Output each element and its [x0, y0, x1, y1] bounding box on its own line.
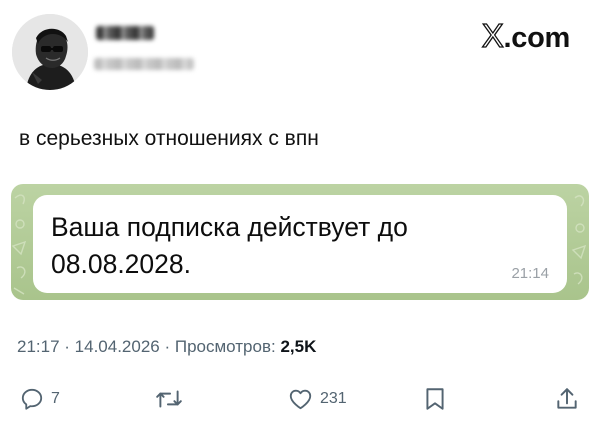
avatar[interactable] — [12, 14, 88, 90]
site-domain: .com — [503, 22, 571, 54]
message-text: Ваша подписка действует до 08.08.2028. — [51, 212, 408, 279]
retweet-icon — [155, 386, 183, 412]
reply-count: 7 — [51, 390, 60, 407]
bookmark-icon — [423, 386, 447, 412]
meta-separator: · — [159, 337, 175, 356]
x-logo-letter: X — [481, 16, 504, 54]
username-blurred — [94, 58, 194, 70]
share-button[interactable] — [554, 384, 580, 414]
reply-button[interactable]: 7 — [19, 384, 60, 414]
retweet-button[interactable] — [155, 384, 183, 414]
message-time: 21:14 — [511, 265, 549, 282]
tweet-meta: 21:17 · 14.04.2026 · Просмотров: 2,5K — [17, 337, 316, 357]
display-name-blurred — [96, 26, 154, 40]
views-count: 2,5K — [280, 337, 317, 356]
tweet-text: в серьезных отношениях с впн — [19, 127, 319, 150]
heart-icon — [287, 386, 314, 412]
message-bubble: Ваша подписка действует до 08.08.2028. 2… — [33, 195, 567, 293]
tweet-actions: 7 231 — [0, 384, 600, 414]
reply-icon — [19, 386, 45, 412]
screenshot-message-card: Ваша подписка действует до 08.08.2028. 2… — [11, 184, 589, 300]
like-count: 231 — [320, 390, 347, 407]
site-logo: X.com — [481, 16, 571, 55]
tweet-header: X.com — [0, 0, 600, 100]
post-date[interactable]: 14.04.2026 — [75, 337, 160, 356]
views-label: Просмотров: — [174, 337, 281, 356]
meta-separator: · — [59, 337, 75, 356]
post-time[interactable]: 21:17 — [17, 337, 60, 356]
avatar-photo — [12, 14, 88, 90]
share-icon — [554, 386, 580, 412]
like-button[interactable]: 231 — [287, 384, 347, 414]
bookmark-button[interactable] — [423, 384, 447, 414]
